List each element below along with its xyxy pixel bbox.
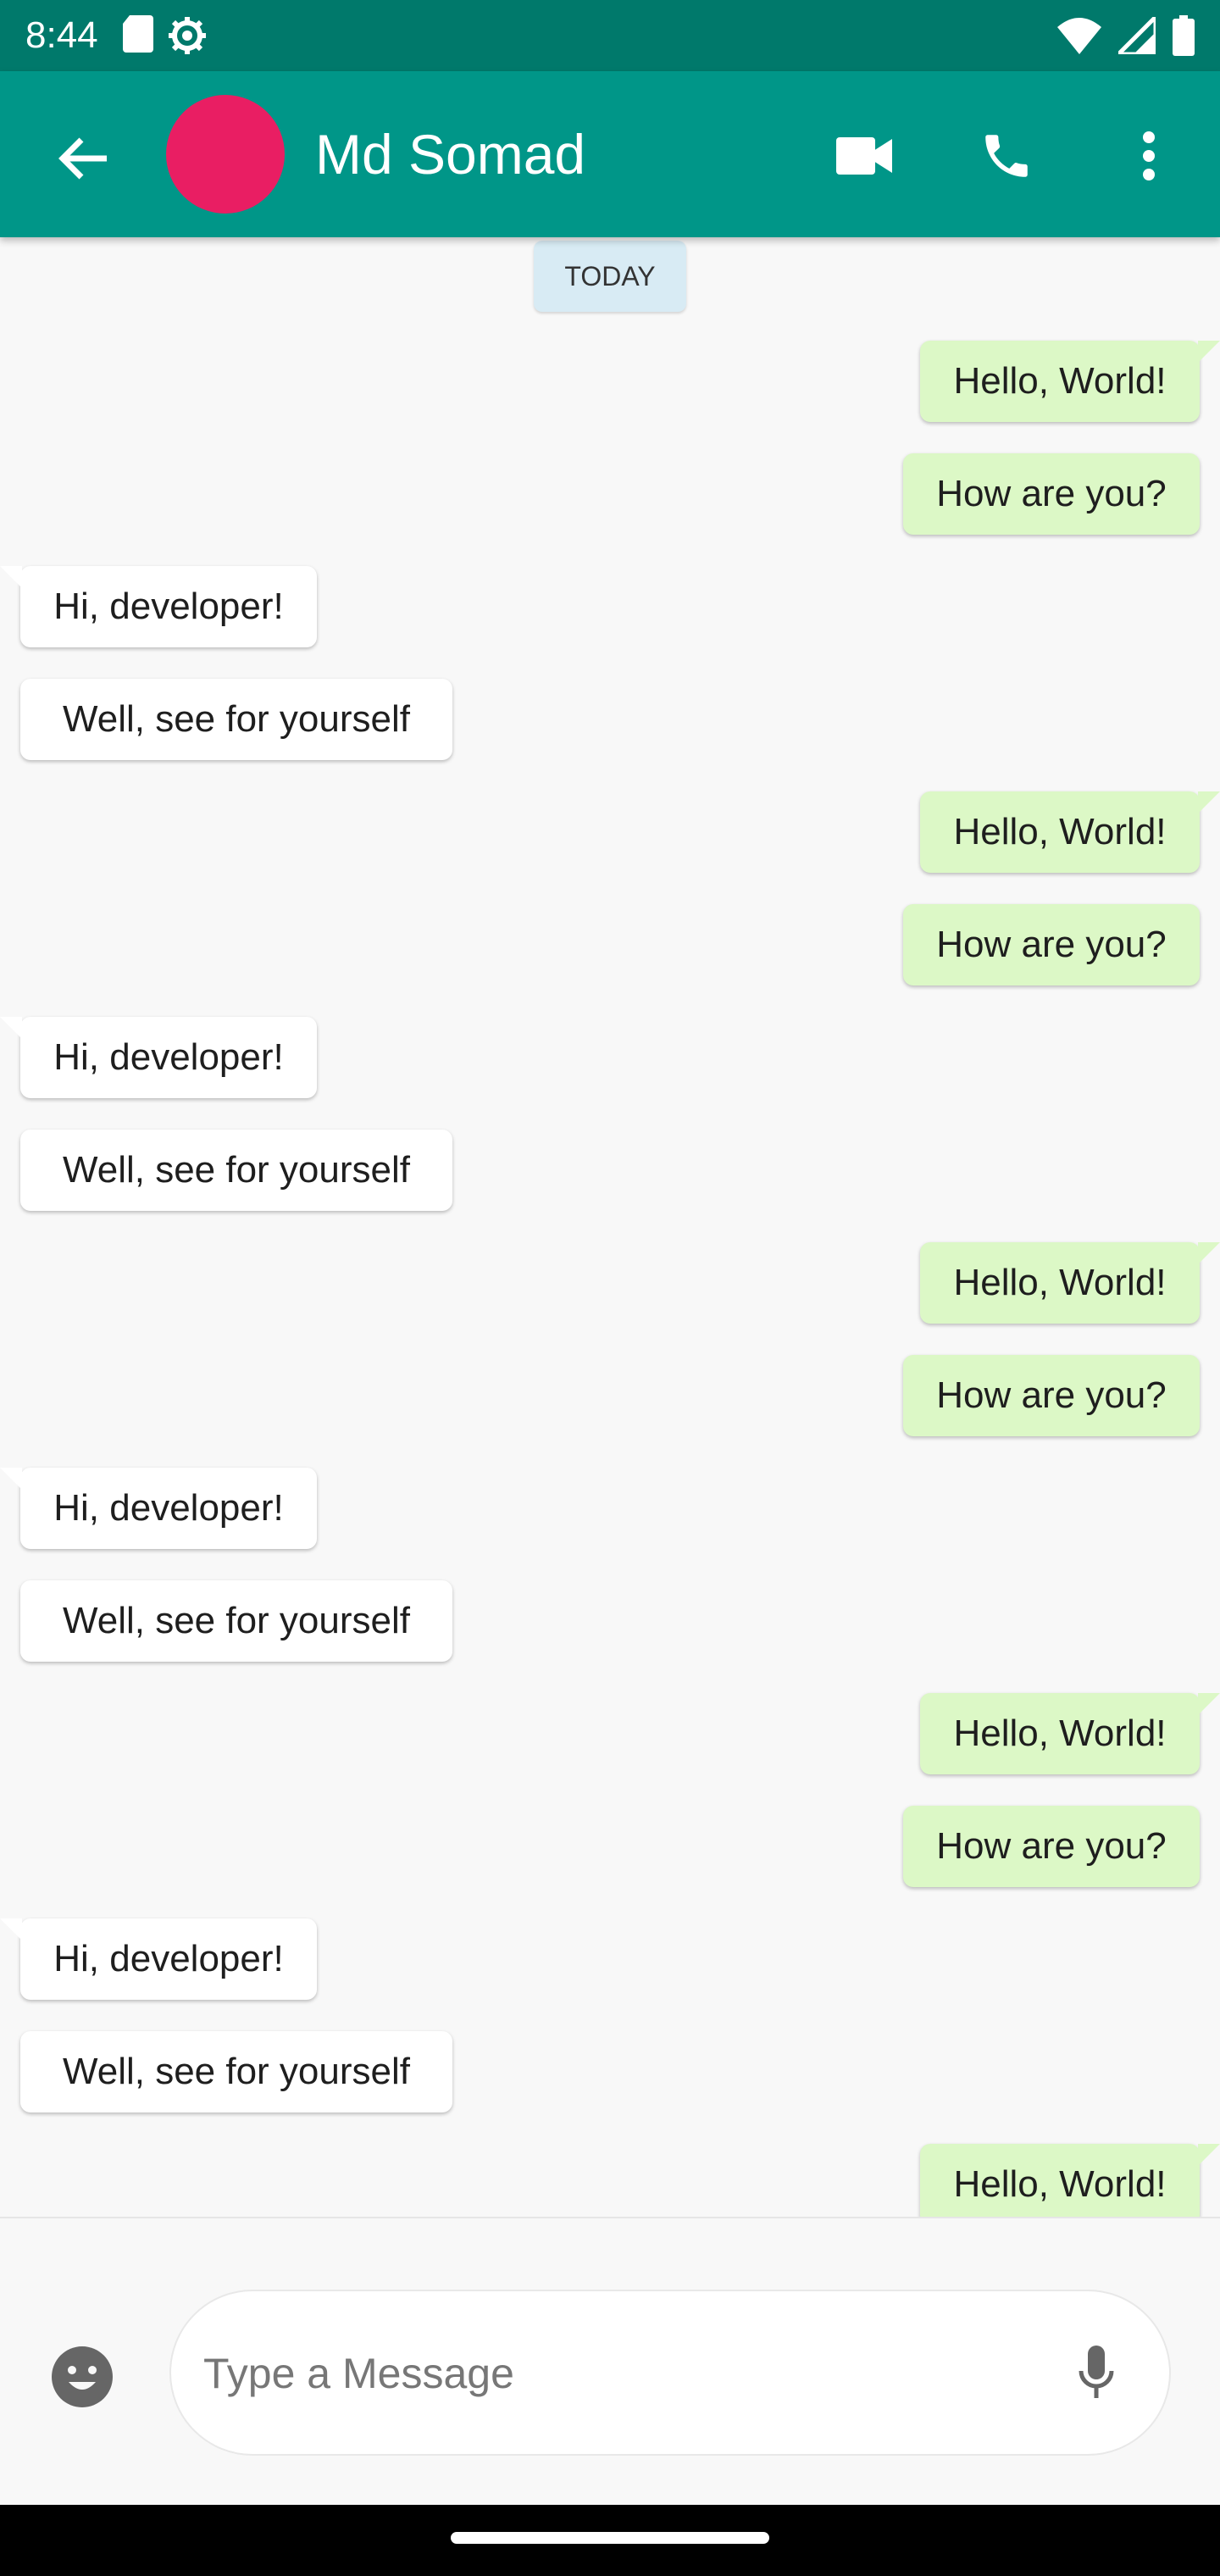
outgoing-message[interactable]: Hello, World! <box>920 2144 1220 2217</box>
home-gesture-handle[interactable] <box>451 2532 769 2544</box>
back-button[interactable] <box>47 124 119 197</box>
message-composer <box>0 2217 1220 2507</box>
message-text: How are you? <box>936 473 1167 514</box>
message-text: Hi, developer! <box>53 1487 284 1529</box>
message-text: Hello, World! <box>953 811 1167 852</box>
incoming-message[interactable]: Hi, developer! <box>0 1468 317 1549</box>
video-call-button[interactable] <box>824 117 905 198</box>
message-input[interactable] <box>202 2332 1018 2415</box>
voice-call-button[interactable] <box>966 117 1047 198</box>
video-call-icon <box>836 136 892 179</box>
message-text: Hello, World! <box>953 1713 1167 1754</box>
message-text: Hi, developer! <box>53 1036 284 1078</box>
date-separator: TODAY <box>534 241 686 312</box>
settings-gear-icon <box>167 15 208 56</box>
outgoing-message[interactable]: How are you? <box>903 1806 1200 1887</box>
system-nav-bar <box>0 2505 1220 2576</box>
voice-record-button[interactable] <box>1057 2335 1135 2413</box>
outgoing-message[interactable]: Hello, World! <box>920 341 1220 422</box>
message-text: How are you? <box>936 1374 1167 1416</box>
incoming-message[interactable]: Well, see for yourself <box>20 1580 452 1662</box>
message-text: Hi, developer! <box>53 586 284 627</box>
outgoing-message[interactable]: How are you? <box>903 453 1200 535</box>
arrow-back-icon <box>58 136 108 185</box>
outgoing-message[interactable]: How are you? <box>903 904 1200 985</box>
more-options-button[interactable] <box>1108 117 1190 198</box>
emoji-button[interactable] <box>44 2340 120 2417</box>
incoming-message[interactable]: Well, see for yourself <box>20 679 452 760</box>
battery-icon <box>1173 15 1195 56</box>
outgoing-message[interactable]: Hello, World! <box>920 1242 1220 1324</box>
contact-name[interactable]: Md Somad <box>315 120 585 188</box>
status-time: 8:44 <box>25 14 98 56</box>
message-text: How are you? <box>936 1825 1167 1867</box>
phone-icon <box>979 128 1034 188</box>
outgoing-message[interactable]: How are you? <box>903 1355 1200 1436</box>
message-text: Hello, World! <box>953 1262 1167 1303</box>
wifi-icon <box>1057 17 1101 54</box>
message-list[interactable]: TODAY Hello, World! How are you? Hi, dev… <box>0 237 1220 2217</box>
message-text: Well, see for yourself <box>62 2051 410 2092</box>
chat-app-bar: Md Somad <box>0 71 1220 237</box>
outgoing-message[interactable]: Hello, World! <box>920 1693 1220 1774</box>
message-text: How are you? <box>936 924 1167 965</box>
message-text: Hello, World! <box>953 360 1167 402</box>
cell-signal-icon <box>1118 17 1156 54</box>
more-vert-icon <box>1142 130 1156 186</box>
emoji-icon <box>52 2346 113 2412</box>
sd-card-icon <box>123 15 153 56</box>
message-text: Well, see for yourself <box>62 698 410 740</box>
incoming-message[interactable]: Well, see for yourself <box>20 2031 452 2112</box>
incoming-message[interactable]: Hi, developer! <box>0 1017 317 1098</box>
microphone-icon <box>1078 2345 1115 2404</box>
incoming-message[interactable]: Well, see for yourself <box>20 1130 452 1211</box>
message-text: Hi, developer! <box>53 1938 284 1979</box>
message-text: Well, see for yourself <box>62 1600 410 1641</box>
message-text: Well, see for yourself <box>62 1149 410 1191</box>
contact-avatar[interactable] <box>166 95 285 214</box>
status-bar: 8:44 <box>0 0 1220 71</box>
message-text: Hello, World! <box>953 2163 1167 2205</box>
message-input-container <box>169 2290 1171 2456</box>
incoming-message[interactable]: Hi, developer! <box>0 1918 317 2000</box>
outgoing-message[interactable]: Hello, World! <box>920 791 1220 873</box>
incoming-message[interactable]: Hi, developer! <box>0 566 317 647</box>
